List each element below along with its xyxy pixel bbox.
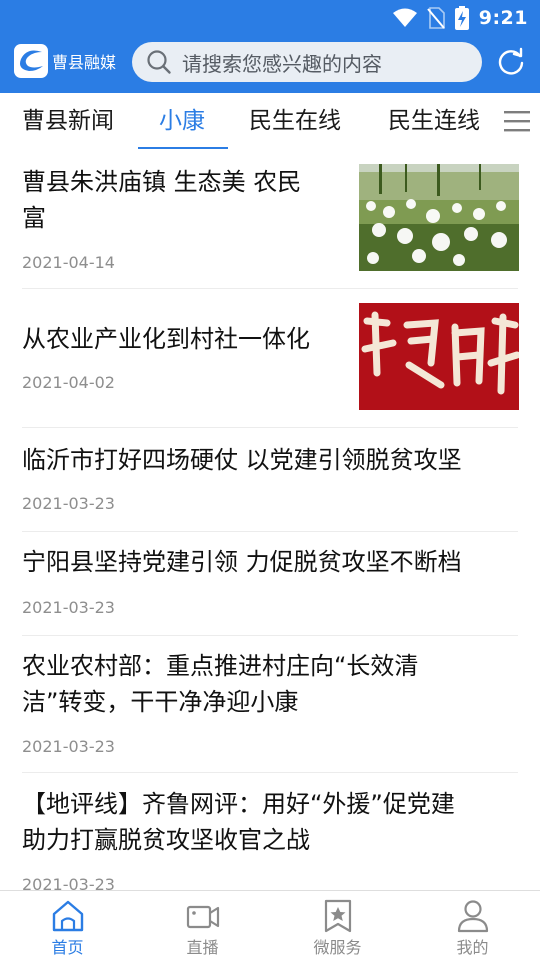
- channel-tabs: 曹县新闻 小康 民生在线 民生连线: [0, 93, 540, 150]
- news-title: 【地评线】齐鲁网评：用好“外援”促党建 助力打赢脱贫攻坚收官之战: [22, 790, 455, 854]
- user-icon: [457, 900, 488, 933]
- list-item[interactable]: 临沂市打好四场硬仗 以党建引领脱贫攻坚 2021-03-23: [0, 428, 540, 531]
- status-bar: 9:21: [0, 0, 540, 36]
- news-thumbnail[interactable]: [359, 303, 519, 410]
- news-title: 农业农村部：重点推进村庄向“长效清 洁”转变，干干净净迎小康: [22, 652, 419, 716]
- no-sim-icon: [426, 7, 445, 29]
- tab-minsheng-hotline[interactable]: 民生连线: [388, 93, 480, 150]
- app-bar: 曹县融媒 请搜索您感兴趣的内容: [0, 38, 540, 88]
- list-item[interactable]: 【地评线】齐鲁网评：用好“外援”促党建 助力打赢脱贫攻坚收官之战 2021-03…: [0, 773, 540, 890]
- red-calligraphy-image: [359, 303, 519, 410]
- app-name: 曹县融媒: [52, 53, 117, 72]
- list-item[interactable]: 曹县朱洪庙镇 生态美 农民 富 2021-04-14: [0, 150, 540, 288]
- app-logo: 曹县融媒: [14, 44, 120, 78]
- status-icons: 9:21: [392, 6, 528, 30]
- news-date: 2021-03-23: [22, 494, 115, 513]
- nav-live-label: 直播: [186, 938, 219, 957]
- tab-xiaokang[interactable]: 小康: [159, 93, 205, 150]
- nav-live[interactable]: 直播: [135, 891, 270, 960]
- news-date: 2021-03-23: [22, 598, 115, 617]
- app-header: 9:21 曹县融媒 请搜索您感兴趣的内容: [0, 0, 540, 93]
- status-time: 9:21: [478, 7, 528, 29]
- logo-mark-icon: [14, 44, 48, 78]
- news-title: 临沂市打好四场硬仗 以党建引领脱贫攻坚: [22, 446, 462, 474]
- news-list: 曹县朱洪庙镇 生态美 农民 富 2021-04-14 从农业产业化到村社一体化 …: [0, 150, 540, 890]
- nav-mine[interactable]: 我的: [405, 891, 540, 960]
- battery-charging-icon: [454, 6, 469, 30]
- tab-minsheng-online[interactable]: 民生在线: [249, 93, 341, 150]
- news-thumbnail[interactable]: [359, 164, 519, 271]
- list-item[interactable]: 宁阳县坚持党建引领 力促脱贫攻坚不断档 2021-03-23: [0, 532, 540, 635]
- nav-mine-label: 我的: [456, 938, 489, 957]
- search-icon: [147, 50, 171, 74]
- search-placeholder: 请搜索您感兴趣的内容: [182, 51, 382, 76]
- list-item[interactable]: 农业农村部：重点推进村庄向“长效清 洁”转变，干干净净迎小康 2021-03-2…: [0, 636, 540, 772]
- wifi-icon: [392, 8, 417, 27]
- nav-home[interactable]: 首页: [0, 891, 135, 960]
- news-title: 宁阳县坚持党建引领 力促脱贫攻坚不断档: [22, 548, 462, 576]
- video-icon: [186, 905, 219, 929]
- nav-home-label: 首页: [51, 938, 84, 957]
- list-item[interactable]: 从农业产业化到村社一体化 2021-04-02: [0, 289, 540, 427]
- news-title: 曹县朱洪庙镇 生态美 农民 富: [22, 168, 302, 232]
- bookmark-star-icon: [324, 899, 351, 933]
- news-date: 2021-03-23: [22, 737, 115, 756]
- refresh-icon[interactable]: [496, 47, 526, 77]
- search-input[interactable]: 请搜索您感兴趣的内容: [132, 42, 482, 82]
- home-icon: [52, 900, 83, 932]
- active-tab-indicator: [138, 147, 228, 149]
- news-date: 2021-03-23: [22, 875, 115, 890]
- news-date: 2021-04-14: [22, 253, 115, 272]
- nav-microservice-label: 微服务: [313, 938, 362, 957]
- menu-icon[interactable]: [502, 108, 532, 134]
- bottom-nav: 首页 直播 微服务 我的: [0, 890, 540, 960]
- news-title: 从农业产业化到村社一体化: [22, 325, 310, 353]
- flower-field-image: [359, 164, 519, 271]
- news-date: 2021-04-02: [22, 373, 115, 392]
- nav-microservice[interactable]: 微服务: [270, 891, 405, 960]
- tab-caoxian-news[interactable]: 曹县新闻: [22, 93, 114, 150]
